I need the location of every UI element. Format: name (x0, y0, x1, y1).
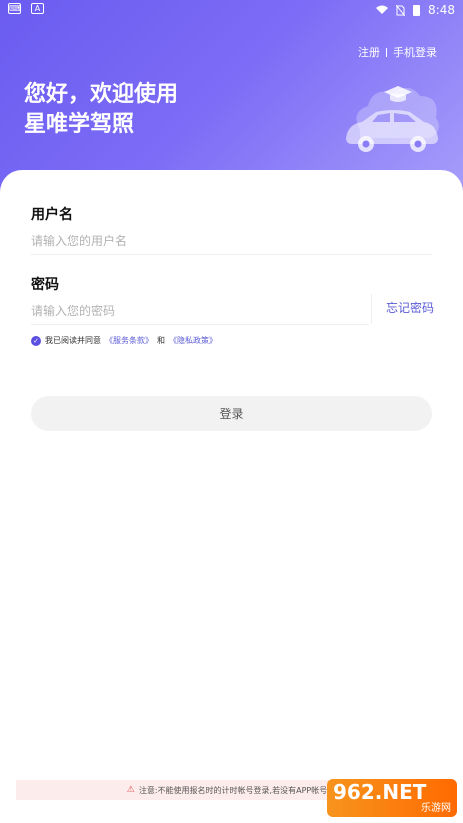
watermark-brand: 962.NET (333, 780, 427, 804)
status-time: 8:48 (428, 3, 455, 17)
password-input[interactable] (31, 299, 361, 323)
password-underline (31, 324, 369, 325)
notice-text: 注意:不能使用报名时的计时帐号登录,若没有APP帐号请 (138, 785, 336, 795)
top-links: 注册 手机登录 (358, 44, 437, 60)
wifi-icon (376, 5, 389, 14)
username-underline (31, 254, 432, 255)
warning-icon: ⚠ (126, 785, 135, 795)
login-card (0, 170, 463, 823)
link-divider (386, 47, 387, 57)
no-sim-icon (396, 4, 406, 16)
agreement-prefix: 我已阅读并同意 (45, 336, 101, 345)
car-illustration-icon (346, 86, 439, 152)
username-label: 用户名 (31, 207, 73, 223)
watermark-sub: 乐游网 (421, 803, 451, 814)
username-input[interactable] (31, 229, 431, 253)
font-a-icon: A (31, 3, 44, 14)
password-label: 密码 (31, 277, 59, 293)
battery-icon (413, 4, 421, 16)
login-button[interactable]: 登录 (31, 396, 432, 431)
password-separator (371, 294, 372, 324)
keyboard-icon: ⌨ (8, 3, 21, 14)
register-link[interactable]: 注册 (358, 44, 380, 60)
forgot-password-link[interactable]: 忘记密码 (386, 299, 434, 316)
agree-checkbox[interactable]: ✓ (31, 335, 41, 346)
agreement-row: ✓ 我已阅读并同意 《服务条款》 和 《隐私政策》 (31, 335, 217, 346)
welcome-title: 您好，欢迎使用 星唯学驾照 (24, 80, 178, 140)
phone-login-link[interactable]: 手机登录 (393, 44, 437, 60)
privacy-link[interactable]: 《隐私政策》 (169, 335, 217, 346)
agreement-and: 和 (157, 336, 165, 345)
terms-link[interactable]: 《服务条款》 (105, 335, 153, 346)
welcome-line-2: 星唯学驾照 (24, 112, 135, 137)
welcome-line-1: 您好，欢迎使用 (24, 82, 179, 107)
watermark-logo: 962.NET 乐游网 (327, 779, 457, 817)
status-bar: ⌨ A 8:48 (0, 0, 463, 20)
